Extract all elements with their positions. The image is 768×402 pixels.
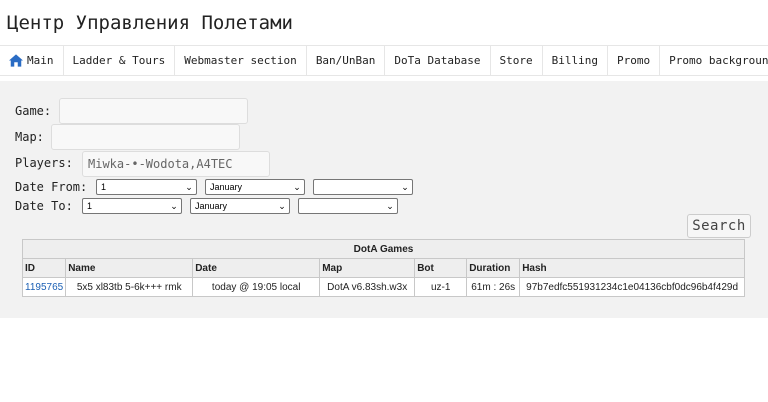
main-nav: Main Ladder & Tours Webmaster section Ba… <box>0 45 768 76</box>
nav-item-label: Webmaster section <box>184 54 297 67</box>
select-value: 1 <box>101 182 107 192</box>
chevron-down-icon: ⌄ <box>185 181 193 192</box>
date-from-year-select[interactable]: ⌄ <box>313 179 413 195</box>
column-header-id: ID <box>21 258 67 278</box>
date-to-month-select[interactable]: January ⌄ <box>190 198 290 214</box>
column-header-name: Name <box>65 258 194 278</box>
nav-item-label: Ban/UnBan <box>315 54 376 67</box>
search-button[interactable]: Search <box>687 214 751 238</box>
chevron-down-icon: ⌄ <box>278 200 286 211</box>
game-duration-cell: 61m : 26s <box>466 277 521 297</box>
players-label: Players: <box>15 156 73 170</box>
page-title: Центр Управления Полетами <box>7 12 293 34</box>
nav-item-label: Ladder & Tours <box>72 54 166 67</box>
games-table: DotA Games ID Name Date Map Bot Duration… <box>21 239 745 297</box>
select-value: 1 <box>87 201 93 211</box>
nav-item-label: Billing <box>551 54 598 67</box>
nav-item-label: Promo <box>617 54 651 67</box>
game-name-cell: 5x5 xl83tb 5-6k+++ rmk <box>65 277 194 297</box>
nav-item-label: Store <box>499 54 533 67</box>
nav-item-promo-background[interactable]: Promo background <box>660 46 768 75</box>
game-id-link[interactable]: 1195765 <box>21 277 67 297</box>
nav-item-label: Promo background <box>669 54 768 67</box>
nav-item-billing[interactable]: Billing <box>543 46 608 75</box>
map-label: Map: <box>15 130 44 144</box>
nav-item-label: DoTa Database <box>394 54 481 67</box>
date-to-day-select[interactable]: 1 ⌄ <box>82 198 182 214</box>
select-value: January <box>210 182 243 192</box>
nav-item-ban-unban[interactable]: Ban/UnBan <box>307 46 386 75</box>
column-header-hash: Hash <box>519 258 745 278</box>
date-from-day-select[interactable]: 1 ⌄ <box>96 179 197 195</box>
nav-item-label: Main <box>27 54 54 67</box>
chevron-down-icon: ⌄ <box>293 181 301 192</box>
nav-item-promo[interactable]: Promo <box>608 46 661 75</box>
game-label: Game: <box>15 104 52 118</box>
table-caption: DotA Games <box>22 239 745 259</box>
players-input[interactable] <box>82 151 270 177</box>
column-header-map: Map <box>319 258 416 278</box>
nav-item-webmaster[interactable]: Webmaster section <box>175 46 307 75</box>
chevron-down-icon: ⌄ <box>386 200 394 211</box>
column-header-bot: Bot <box>414 258 468 278</box>
select-value: January <box>195 201 228 211</box>
date-from-month-select[interactable]: January ⌄ <box>205 179 305 195</box>
chevron-down-icon: ⌄ <box>170 200 178 211</box>
date-to-year-select[interactable]: ⌄ <box>298 198 398 214</box>
game-input[interactable] <box>59 98 248 124</box>
column-header-date: Date <box>192 258 321 278</box>
game-bot-cell: uz-1 <box>414 277 468 297</box>
nav-item-main[interactable]: Main <box>0 46 64 75</box>
game-date-cell: today @ 19:05 local <box>192 277 321 297</box>
table-row: 1195765 5x5 xl83tb 5-6k+++ rmk today @ 1… <box>21 277 745 297</box>
column-header-duration: Duration <box>466 258 521 278</box>
date-to-label: Date To: <box>15 199 73 213</box>
nav-item-ladder-tours[interactable]: Ladder & Tours <box>64 46 176 75</box>
nav-item-dota-database[interactable]: DoTa Database <box>385 46 491 75</box>
game-map-cell: DotA v6.83sh.w3x <box>319 277 416 297</box>
game-hash-cell: 97b7edfc551931234c1e04136cbf0dc96b4f429d <box>519 277 745 297</box>
map-input[interactable] <box>51 124 240 150</box>
home-icon <box>9 54 23 67</box>
nav-item-store[interactable]: Store <box>491 46 543 75</box>
date-from-label: Date From: <box>15 180 88 194</box>
chevron-down-icon: ⌄ <box>401 181 409 192</box>
